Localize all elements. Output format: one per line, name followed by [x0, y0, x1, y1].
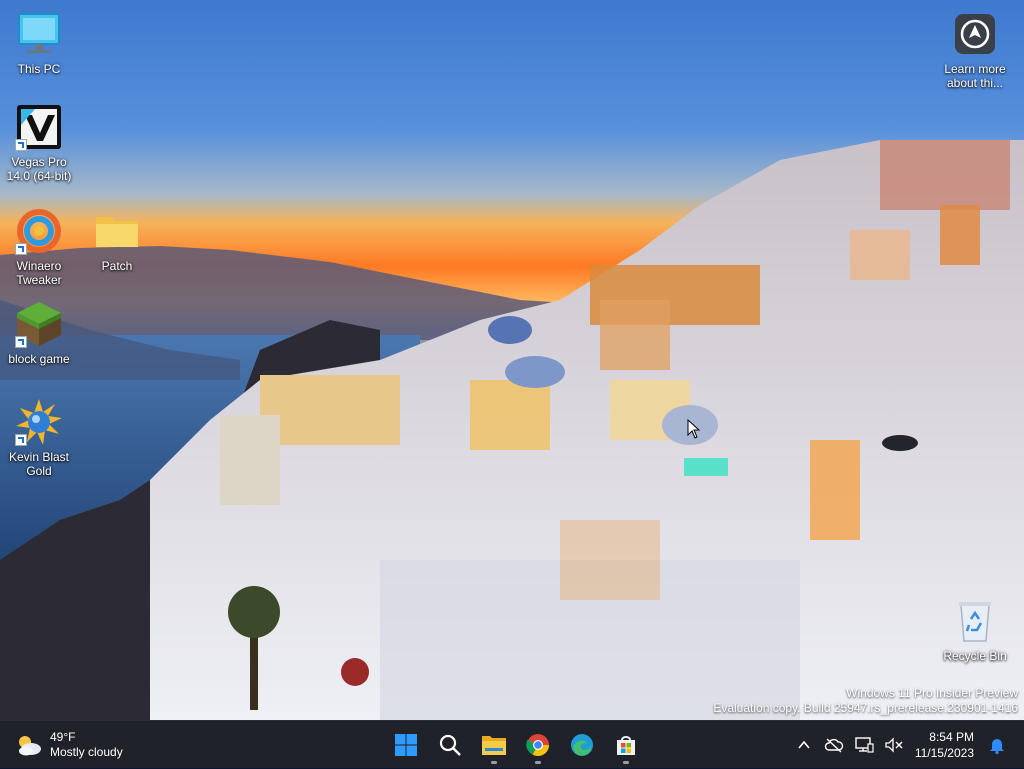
store-icon [617, 736, 635, 755]
show-hidden-icons-button[interactable] [791, 732, 817, 758]
edge-button[interactable] [562, 725, 602, 765]
shortcut-arrow-icon [15, 336, 27, 348]
desktop-icon-label: Patch [101, 259, 133, 273]
learn-more-icon [951, 10, 999, 58]
volume-muted-icon [885, 737, 903, 753]
onedrive-status-button[interactable] [821, 732, 847, 758]
shortcut-arrow-icon [15, 139, 27, 151]
chevron-up-icon [798, 740, 810, 749]
desktop-icon-vegas-pro[interactable]: Vegas Pro 14.0 (64-bit) [1, 103, 77, 183]
search-button[interactable] [430, 725, 470, 765]
watermark-line-1: Windows 11 Pro Insider Preview [846, 686, 1018, 700]
kevin-blast-icon [15, 398, 63, 446]
desktop-icon-learn-more[interactable]: Learn more about thi... [937, 10, 1013, 90]
computer-icon [15, 10, 63, 58]
file-explorer-button[interactable] [474, 725, 514, 765]
bell-icon [990, 739, 1004, 754]
desktop-icon-winaero-tweaker[interactable]: Winaero Tweaker [1, 207, 77, 287]
mouse-cursor [687, 418, 701, 439]
shortcut-arrow-icon [15, 434, 27, 446]
desktop-icon-label: Learn more about thi... [944, 62, 1006, 90]
desktop-icon-label: Winaero Tweaker [16, 259, 62, 287]
store-button[interactable] [606, 725, 646, 765]
desktop-icon-label: block game [8, 352, 70, 366]
edge-icon [571, 734, 593, 756]
running-indicator [535, 761, 541, 764]
search-icon [439, 734, 461, 756]
desktop-icon-label: Kevin Blast Gold [8, 450, 70, 478]
clock-date: 11/15/2023 [914, 746, 974, 760]
file-explorer-icon [482, 736, 506, 755]
shortcut-arrow-icon [15, 243, 27, 255]
running-indicator [491, 761, 497, 764]
block-game-icon [15, 300, 63, 348]
vegas-icon [15, 103, 63, 151]
desktop-icon-this-pc[interactable]: This PC [1, 10, 77, 76]
desktop-wallpaper [0, 0, 1024, 720]
volume-button[interactable] [881, 732, 907, 758]
winaero-icon [15, 207, 63, 255]
weather-temp: 49°F [50, 730, 76, 744]
recycle-bin-icon [951, 597, 999, 645]
desktop-icon-label: This PC [17, 62, 61, 76]
running-indicator [623, 761, 629, 764]
chrome-icon [526, 734, 549, 756]
start-button[interactable] [386, 725, 426, 765]
weather-condition: Mostly cloudy [50, 745, 123, 759]
taskbar-apps [386, 725, 650, 765]
desktop-icon-recycle-bin[interactable]: Recycle Bin [937, 597, 1013, 663]
partly-cloudy-icon [14, 730, 44, 760]
weather-widget[interactable]: 49°F Mostly cloudy [14, 728, 123, 762]
desktop-icon-label: Vegas Pro 14.0 (64-bit) [6, 155, 72, 183]
chrome-button[interactable] [518, 725, 558, 765]
system-tray: 8:54 PM 11/15/2023 [789, 721, 1024, 769]
watermark-line-2: Evaluation copy. Build 25947.rs_prerelea… [713, 701, 1018, 715]
cloud-offline-icon [824, 738, 844, 753]
desktop-icon-patch[interactable]: Patch [79, 207, 155, 273]
network-icon [855, 737, 874, 753]
taskbar: 49°F Mostly cloudy 8:54 PM 11/15/2023 [0, 720, 1024, 768]
folder-icon [93, 207, 141, 255]
clock-time: 8:54 PM [929, 730, 974, 744]
network-button[interactable] [851, 732, 877, 758]
desktop-icon-label: Recycle Bin [943, 649, 1007, 663]
windows-start-icon [395, 734, 417, 756]
desktop-icon-kevin-blast-gold[interactable]: Kevin Blast Gold [1, 398, 77, 478]
notifications-button[interactable] [984, 732, 1010, 758]
desktop-icon-block-game[interactable]: block game [1, 300, 77, 366]
evaluation-watermark: Windows 11 Pro Insider Preview Evaluatio… [713, 686, 1018, 716]
clock-button[interactable]: 8:54 PM 11/15/2023 [915, 729, 974, 761]
